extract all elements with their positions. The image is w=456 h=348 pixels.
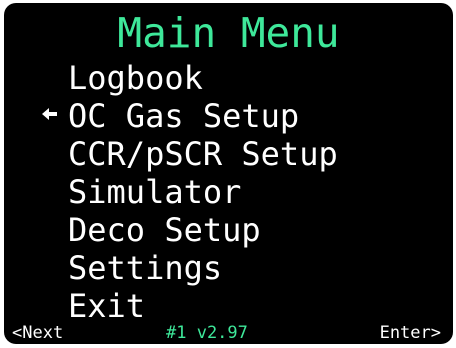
enter-button-hint[interactable]: Enter> [380, 322, 441, 344]
menu-item-label: Settings [68, 249, 223, 287]
status-bar: <Next #1 v2.97 Enter> [4, 322, 453, 344]
menu-item-label: Logbook [68, 59, 203, 97]
next-button-hint[interactable]: <Next [12, 322, 63, 344]
menu-item-oc-gas-setup[interactable]: OC Gas Setup [40, 97, 299, 135]
menu-item-settings[interactable]: Settings [40, 249, 222, 287]
menu-item-label: OC Gas Setup [68, 97, 300, 135]
dive-computer-screen: Main Menu Logbook OC Gas Setup CCR/pSCR … [4, 3, 453, 344]
menu-item-deco-setup[interactable]: Deco Setup [40, 211, 261, 249]
menu-item-logbook[interactable]: Logbook [40, 59, 203, 97]
menu-item-label: Exit [68, 287, 146, 325]
version-label: #1 v2.97 [166, 323, 248, 343]
menu-item-label: CCR/pSCR Setup [68, 135, 338, 173]
menu-item-label: Simulator [68, 173, 242, 211]
menu-item-exit[interactable]: Exit [40, 287, 145, 325]
menu-item-ccr-pscr-setup[interactable]: CCR/pSCR Setup [40, 135, 338, 173]
arrow-right-icon [40, 104, 68, 129]
menu-item-label: Deco Setup [68, 211, 261, 249]
menu-item-simulator[interactable]: Simulator [40, 173, 241, 211]
page-title: Main Menu [117, 9, 340, 57]
